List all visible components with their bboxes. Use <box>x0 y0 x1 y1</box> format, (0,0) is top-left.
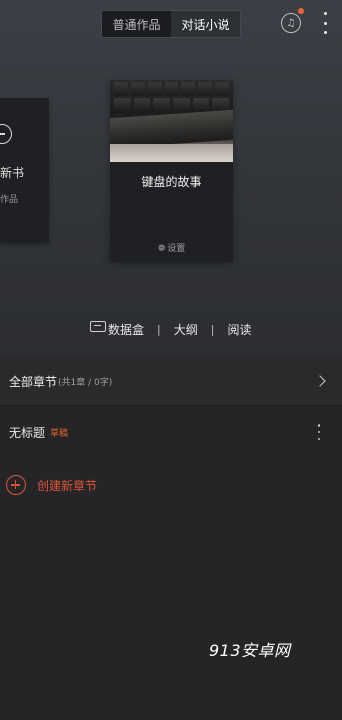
watermark: 913安卓网 <box>209 641 291 660</box>
create-chapter-label: 创建新章节 <box>37 478 98 493</box>
data-box-icon <box>90 320 106 332</box>
more-options-icon[interactable] <box>318 12 332 34</box>
works-label: 作品 <box>0 195 19 205</box>
all-chapters-label: 全部章节 <box>9 375 58 389</box>
chapter-more-icon[interactable] <box>316 424 322 440</box>
data-box-link[interactable]: 数据盒 <box>108 321 144 338</box>
add-circle-icon <box>6 475 26 495</box>
book-toolbar: 数据盒 | 大纲 | 阅读 <box>90 319 251 339</box>
chapter-list-item[interactable]: 无标题 草稿 <box>0 406 342 458</box>
notification-dot <box>298 8 304 14</box>
read-link[interactable]: 阅读 <box>227 321 251 338</box>
music-icon[interactable]: ♫ <box>281 13 301 33</box>
work-type-segmented-control: 普通作品 对话小说 <box>101 10 241 38</box>
new-book-card[interactable]: 新书 作品 <box>0 98 49 243</box>
add-book-icon <box>0 124 12 144</box>
chapter-count: (共1章 / 0字) <box>58 378 113 388</box>
outline-link[interactable]: 大纲 <box>174 321 198 338</box>
draft-badge: 草稿 <box>50 428 69 439</box>
chapter-title: 无标题 <box>9 425 46 440</box>
toolbar-separator: | <box>157 322 161 336</box>
tab-dialogue-novel[interactable]: 对话小说 <box>171 11 240 37</box>
chevron-right-icon <box>314 375 326 387</box>
new-book-label: 新书 <box>0 166 25 180</box>
gear-icon: ❁ <box>157 244 166 254</box>
book-card[interactable]: 键盘的故事 ❁ 设置 <box>110 80 233 262</box>
book-settings-button[interactable]: ❁ 设置 <box>110 241 233 254</box>
all-chapters-row[interactable]: 全部章节 (共1章 / 0字) <box>0 358 342 406</box>
create-chapter-button[interactable]: 创建新章节 <box>6 473 97 497</box>
tab-normal-works[interactable]: 普通作品 <box>102 11 171 37</box>
book-title: 键盘的故事 <box>141 175 202 189</box>
toolbar-separator: | <box>210 322 215 336</box>
book-cover-image <box>110 80 233 162</box>
book-settings-label: 设置 <box>167 244 186 254</box>
